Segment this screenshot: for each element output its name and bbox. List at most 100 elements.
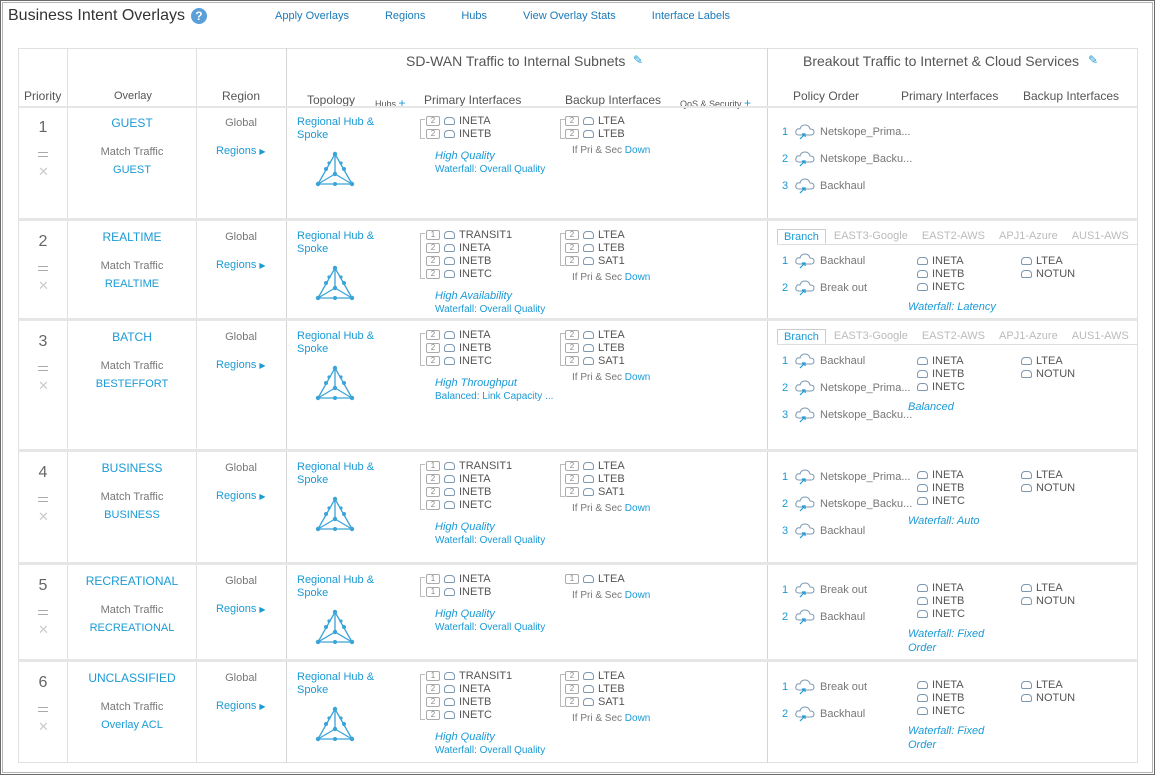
topology-link[interactable]: Regional Hub & Spoke bbox=[297, 461, 387, 487]
delete-icon[interactable]: ✕ bbox=[38, 278, 49, 294]
down-link[interactable]: Down bbox=[625, 590, 651, 601]
delete-icon[interactable]: ✕ bbox=[38, 622, 49, 638]
policy-item[interactable]: 1 Backhaul bbox=[782, 247, 867, 274]
priority-number: 2 bbox=[38, 233, 48, 250]
regions-link[interactable]: Regions bbox=[385, 10, 425, 22]
down-link[interactable]: Down bbox=[625, 272, 651, 283]
topology-link[interactable]: Regional Hub & Spoke bbox=[297, 671, 387, 697]
primary-interface-list: 1 TRANSIT1 2 INETA 2 INETB 2 INETC bbox=[426, 669, 512, 721]
interface-name: INETB bbox=[932, 691, 965, 704]
delete-icon[interactable]: ✕ bbox=[38, 378, 49, 394]
policy-item[interactable]: 2 Backhaul bbox=[782, 603, 867, 630]
interface-item: LTEA bbox=[1021, 254, 1075, 267]
policy-item[interactable]: 1 Break out bbox=[782, 673, 867, 700]
region-tab[interactable]: Branch bbox=[777, 229, 826, 244]
waterfall-mode-link[interactable]: Balanced: Link Capacity ... bbox=[435, 391, 553, 402]
delete-icon[interactable]: ✕ bbox=[38, 509, 49, 525]
match-traffic-value[interactable]: BESTEFFORT bbox=[68, 378, 196, 390]
waterfall-mode-link[interactable]: Waterfall: Overall Quality bbox=[435, 304, 545, 315]
drag-handle-icon[interactable] bbox=[38, 610, 48, 615]
down-link[interactable]: Down bbox=[625, 145, 651, 156]
region-tab[interactable]: APJ1-Azure bbox=[993, 329, 1064, 344]
hubs-link[interactable]: Hubs bbox=[461, 10, 487, 22]
delete-icon[interactable]: ✕ bbox=[38, 719, 49, 735]
priority-number: 5 bbox=[38, 577, 48, 594]
regions-link[interactable]: Regions ▶ bbox=[216, 603, 266, 615]
drag-handle-icon[interactable] bbox=[38, 152, 48, 157]
policy-item[interactable]: 3 Backhaul bbox=[782, 517, 912, 544]
region-tab[interactable]: APJ1-Azure bbox=[993, 229, 1064, 244]
interface-priority-badge: 2 bbox=[426, 473, 440, 484]
overlay-name-link[interactable]: RECREATIONAL bbox=[68, 574, 196, 588]
drag-handle-icon[interactable] bbox=[38, 707, 48, 712]
policy-item[interactable]: 1 Netskope_Prima... bbox=[782, 118, 912, 145]
region-tab[interactable]: EAST2-AWS bbox=[916, 229, 991, 244]
delete-icon[interactable]: ✕ bbox=[38, 164, 49, 180]
regions-link[interactable]: Regions ▶ bbox=[216, 359, 266, 371]
interface-item: 2 INETA bbox=[426, 472, 512, 485]
down-link[interactable]: Down bbox=[625, 503, 651, 514]
match-traffic-value[interactable]: RECREATIONAL bbox=[68, 622, 196, 634]
policy-item[interactable]: 2 Netskope_Backu... bbox=[782, 145, 912, 172]
drag-handle-icon[interactable] bbox=[38, 266, 48, 271]
down-link[interactable]: Down bbox=[625, 372, 651, 383]
match-traffic-value[interactable]: Overlay ACL bbox=[68, 719, 196, 731]
breakout-mode[interactable]: Waterfall: Latency bbox=[908, 300, 998, 314]
policy-item[interactable]: 1 Backhaul bbox=[782, 347, 912, 374]
breakout-mode[interactable]: Waterfall: Fixed Order bbox=[908, 627, 998, 655]
topology-link[interactable]: Regional Hub & Spoke bbox=[297, 330, 387, 356]
interface-labels-link[interactable]: Interface Labels bbox=[652, 10, 730, 22]
policy-item[interactable]: 1 Break out bbox=[782, 576, 867, 603]
match-traffic-value[interactable]: REALTIME bbox=[68, 278, 196, 290]
overlay-name-link[interactable]: BUSINESS bbox=[68, 461, 196, 475]
region-tab[interactable]: AUS1-AWS bbox=[1066, 329, 1135, 344]
regions-link[interactable]: Regions ▶ bbox=[216, 490, 266, 502]
path-quality: High Quality bbox=[435, 150, 495, 162]
edit-sdwan-icon[interactable]: ✎ bbox=[633, 53, 643, 67]
region-tab[interactable]: EAST3-Google bbox=[828, 329, 914, 344]
breakout-mode[interactable]: Waterfall: Fixed Order bbox=[908, 724, 998, 752]
policy-item[interactable]: 2 Backhaul bbox=[782, 700, 867, 727]
interface-item: INETA bbox=[917, 678, 965, 691]
breakout-mode[interactable]: Balanced bbox=[908, 400, 998, 414]
topology-link[interactable]: Regional Hub & Spoke bbox=[297, 574, 387, 600]
waterfall-mode-link[interactable]: Waterfall: Overall Quality bbox=[435, 535, 545, 546]
policy-item[interactable]: 2 Netskope_Backu... bbox=[782, 490, 912, 517]
regions-link[interactable]: Regions ▶ bbox=[216, 259, 266, 271]
policy-item[interactable]: 2 Break out bbox=[782, 274, 867, 301]
edit-breakout-icon[interactable]: ✎ bbox=[1088, 53, 1098, 67]
overlay-name-link[interactable]: BATCH bbox=[68, 330, 196, 344]
region-tab[interactable]: Branch bbox=[777, 329, 826, 344]
region-tab[interactable]: EAST3-Google bbox=[828, 229, 914, 244]
waterfall-mode-link[interactable]: Waterfall: Overall Quality bbox=[435, 622, 545, 633]
down-link[interactable]: Down bbox=[625, 713, 651, 724]
overlay-name-link[interactable]: UNCLASSIFIED bbox=[68, 671, 196, 685]
waterfall-mode-link[interactable]: Waterfall: Overall Quality bbox=[435, 164, 545, 175]
match-traffic-value[interactable]: GUEST bbox=[68, 164, 196, 176]
help-icon[interactable]: ? bbox=[190, 8, 207, 24]
drag-handle-icon[interactable] bbox=[38, 497, 48, 502]
policy-item[interactable]: 3 Backhaul bbox=[782, 172, 912, 199]
regions-link[interactable]: Regions ▶ bbox=[216, 700, 266, 712]
breakout-mode[interactable]: Waterfall: Auto bbox=[908, 514, 998, 528]
interface-priority-badge: 2 bbox=[565, 473, 579, 484]
policy-item[interactable]: 2 Netskope_Prima... bbox=[782, 374, 912, 401]
region-tab[interactable]: AUS1-AWS bbox=[1066, 229, 1135, 244]
breakout-primary-list: INETA INETB INETC bbox=[917, 354, 965, 393]
interface-priority-badge: 2 bbox=[565, 683, 579, 694]
col-overlay-header: Overlay bbox=[114, 90, 152, 102]
interface-priority-badge: 2 bbox=[565, 128, 579, 139]
drag-handle-icon[interactable] bbox=[38, 366, 48, 371]
overlay-name-link[interactable]: REALTIME bbox=[68, 230, 196, 244]
match-traffic-value[interactable]: BUSINESS bbox=[68, 509, 196, 521]
waterfall-mode-link[interactable]: Waterfall: Overall Quality bbox=[435, 745, 545, 756]
topology-link[interactable]: Regional Hub & Spoke bbox=[297, 116, 387, 142]
regions-link[interactable]: Regions ▶ bbox=[216, 145, 266, 157]
topology-link[interactable]: Regional Hub & Spoke bbox=[297, 230, 387, 256]
policy-item[interactable]: 1 Netskope_Prima... bbox=[782, 463, 912, 490]
view-overlay-stats-link[interactable]: View Overlay Stats bbox=[523, 10, 616, 22]
region-tab[interactable]: EAST2-AWS bbox=[916, 329, 991, 344]
overlay-name-link[interactable]: GUEST bbox=[68, 116, 196, 130]
policy-item[interactable]: 3 Netskope_Backu... bbox=[782, 401, 912, 428]
apply-overlays-link[interactable]: Apply Overlays bbox=[275, 10, 349, 22]
